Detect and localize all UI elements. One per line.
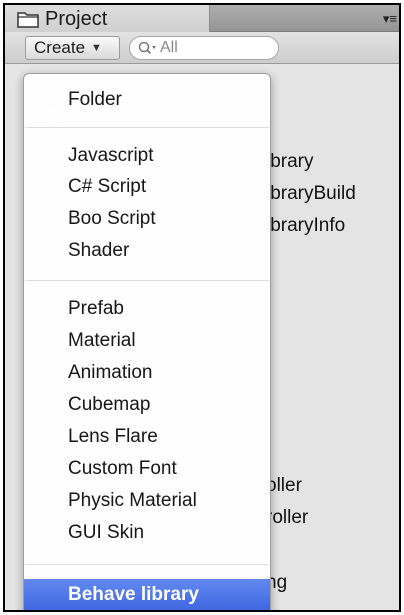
menu-item-behave-library[interactable]: Behave library	[24, 579, 270, 610]
menu-item-prefab[interactable]: Prefab	[24, 293, 270, 324]
create-label: Create	[34, 38, 86, 57]
search-input[interactable]: All	[129, 36, 279, 60]
folder-icon	[17, 12, 39, 28]
menu-item-animation[interactable]: Animation	[24, 357, 270, 388]
menu-separator	[25, 564, 269, 565]
tree-item[interactable]: ibraryInfo	[266, 215, 345, 237]
tab-title: Project	[45, 7, 108, 30]
menu-item-lens-flare[interactable]: Lens Flare	[24, 421, 270, 452]
menu-item-gui-skin[interactable]: GUI Skin	[24, 517, 270, 548]
chevron-down-icon: ▼	[91, 42, 102, 54]
create-dropdown-menu: Folder Javascript C# Script Boo Script S…	[23, 73, 271, 610]
menu-item-javascript[interactable]: Javascript	[24, 140, 270, 171]
search-placeholder: All	[160, 39, 178, 56]
search-icon	[138, 41, 156, 55]
menu-separator	[25, 280, 269, 281]
menu-item-shader[interactable]: Shader	[24, 235, 270, 266]
tree-item[interactable]: oller	[266, 475, 302, 497]
toolbar: Create ▼ All	[5, 32, 399, 64]
menu-item-physic-material[interactable]: Physic Material	[24, 485, 270, 516]
tree-item[interactable]: ibraryBuild	[266, 183, 356, 205]
menu-item-custom-font[interactable]: Custom Font	[24, 453, 270, 484]
tree-item[interactable]: roller	[266, 507, 308, 529]
panel-menu-icon[interactable]: ▾≡	[383, 11, 397, 27]
menu-separator	[25, 127, 269, 128]
menu-item-folder[interactable]: Folder	[24, 84, 270, 115]
menu-item-csharp-script[interactable]: C# Script	[24, 171, 270, 202]
menu-item-boo-script[interactable]: Boo Script	[24, 203, 270, 234]
tab-strip: Project ▾≡	[5, 5, 399, 33]
project-window: Project ▾≡ Create ▼ All ▸ ▸ ▾ ▾ ibrary i…	[3, 3, 401, 612]
tab-project[interactable]: Project	[5, 5, 210, 33]
menu-item-cubemap[interactable]: Cubemap	[24, 389, 270, 420]
menu-item-material[interactable]: Material	[24, 325, 270, 356]
tree-item[interactable]: ibrary	[266, 151, 314, 173]
create-button[interactable]: Create ▼	[25, 36, 120, 60]
